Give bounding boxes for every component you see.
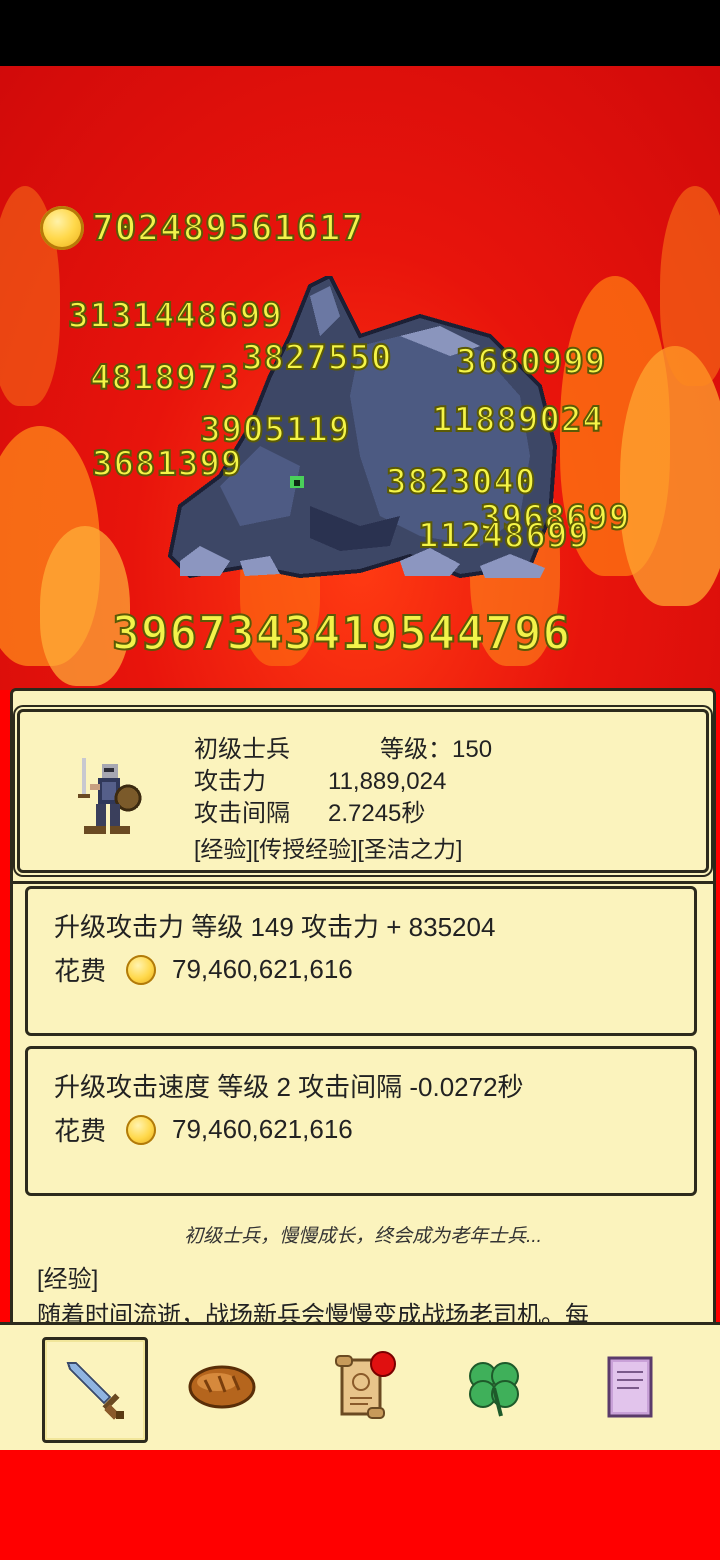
damage-number: 4818973: [89, 357, 241, 399]
tab-food[interactable]: [172, 1337, 272, 1437]
damage-number: 3131448699: [67, 295, 283, 337]
attack-value: 11,889,024: [328, 768, 447, 795]
upgrade-attack-button[interactable]: 升级攻击力 等级 149 攻击力 + 835204 花费 79,460,621,…: [25, 886, 697, 1036]
tab-luck[interactable]: [444, 1337, 544, 1437]
bottom-background: [0, 1450, 720, 1560]
tab-quests[interactable]: [310, 1337, 410, 1437]
bread-icon: [188, 1365, 256, 1409]
damage-number: 3681399: [91, 443, 243, 485]
upgrade-speed-button[interactable]: 升级攻击速度 等级 2 攻击间隔 -0.0272秒 花费 79,460,621,…: [25, 1046, 697, 1196]
cost-label: 花费: [54, 1116, 107, 1146]
battle-arena[interactable]: 702489561617 3131448699 3827550 3680999 …: [0, 66, 720, 690]
total-coins: 702489561617: [91, 207, 365, 250]
bottom-tab-bar: [0, 1322, 720, 1451]
damage-number: 3823040: [385, 461, 537, 503]
experience-title: [经验]: [37, 1266, 99, 1293]
unit-stats: 初级士兵 等级：150 攻击力 11,889,024 攻击间隔 2.7245秒: [194, 734, 492, 830]
clover-icon: [469, 1362, 519, 1417]
coin-icon: [40, 206, 84, 250]
upgrade-cost: 花费 79,460,621,616: [54, 951, 353, 988]
damage-number: 11889024: [431, 399, 604, 441]
attack-label: 攻击力: [194, 768, 266, 795]
upgrade-title: 升级攻击速度 等级 2 攻击间隔 -0.0272秒: [54, 1072, 524, 1102]
notification-badge: [370, 1351, 396, 1377]
interval-value: 2.7245秒: [328, 800, 426, 827]
coin-icon: [126, 954, 157, 985]
flame-decoration: [660, 186, 720, 386]
upgrade-title: 升级攻击力 等级 149 攻击力 + 835204: [54, 912, 496, 942]
damage-number: 3680999: [455, 341, 607, 383]
monster-hp: 3967343419544796: [111, 605, 572, 661]
coin-icon: [126, 1114, 157, 1145]
cost-label: 花费: [54, 956, 107, 986]
unit-level: 等级：150: [380, 736, 493, 763]
tab-soldiers[interactable]: [42, 1337, 148, 1443]
tab-book[interactable]: [580, 1337, 680, 1437]
damage-number: 11248699: [417, 515, 590, 557]
cost-value: 79,460,621,616: [172, 1114, 353, 1144]
unit-card[interactable]: 初级士兵 等级：150 攻击力 11,889,024 攻击间隔 2.7245秒 …: [17, 709, 709, 873]
book-icon: [607, 1356, 653, 1418]
interval-label: 攻击间隔: [194, 800, 290, 827]
unit-description: 初级士兵，慢慢成长，终会成为老年士兵...: [184, 1226, 542, 1247]
unit-name: 初级士兵: [194, 736, 290, 763]
cost-value: 79,460,621,616: [172, 954, 353, 984]
damage-number: 3827550: [241, 337, 393, 379]
upgrade-list: 升级攻击力 等级 149 攻击力 + 835204 花费 79,460,621,…: [13, 881, 713, 1204]
upgrade-cost: 花费 79,460,621,616: [54, 1111, 353, 1148]
status-bar: [0, 0, 720, 66]
sword-icon: [66, 1362, 124, 1420]
unit-links[interactable]: [经验][传授经验][圣洁之力]: [194, 830, 462, 864]
coin-counter: 702489561617: [40, 206, 364, 250]
soldier-icon: [78, 758, 142, 834]
